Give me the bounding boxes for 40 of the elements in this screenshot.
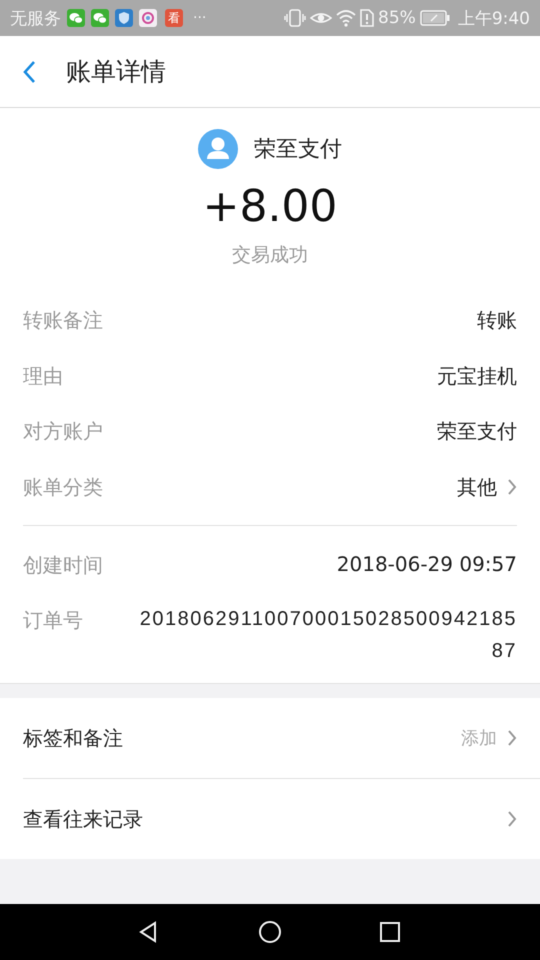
- detail-value: 荣至支付: [437, 418, 517, 446]
- detail-label: 转账备注: [23, 307, 103, 334]
- clock-time: 上午9:40: [458, 8, 530, 30]
- sim-alert-icon: [360, 9, 374, 27]
- recents-nav-icon[interactable]: [378, 920, 402, 944]
- status-text: 交易成功: [231, 243, 309, 268]
- chevron-icon: [507, 729, 517, 747]
- detail-label: 对方账户: [23, 418, 103, 446]
- action-label: 查看往来记录: [23, 806, 143, 832]
- page-title: 账单详情: [66, 56, 166, 88]
- chat-icon: [67, 9, 85, 27]
- carrier-text: 无服务: [10, 8, 61, 30]
- home-nav-icon[interactable]: [258, 920, 282, 944]
- battery-percent: 85%: [378, 8, 416, 28]
- avatar-icon: [198, 129, 238, 169]
- detail-label: 理由: [23, 362, 63, 390]
- record-value: 2018-06-29 09:57: [336, 552, 517, 576]
- detail-label: 账单分类: [23, 474, 103, 501]
- action-label: 标签和备注: [23, 724, 123, 752]
- amount-text: +8.00: [202, 181, 338, 233]
- action-row[interactable]: 查看往来记录: [23, 779, 540, 859]
- wifi-icon: [336, 9, 356, 27]
- chat-icon: [91, 9, 109, 27]
- battery-icon: [420, 10, 450, 26]
- detail-value[interactable]: 其他: [457, 474, 497, 501]
- record-label: 订单号: [23, 607, 83, 634]
- vibrate-icon: [284, 9, 306, 27]
- camera-icon: [139, 9, 157, 27]
- detail-value: 转账: [477, 307, 517, 334]
- action-hint: 添加: [461, 727, 497, 750]
- detail-value: 元宝挂机: [437, 362, 517, 390]
- app-icon: 看: [165, 9, 183, 27]
- more-text: ···: [193, 10, 206, 26]
- action-row[interactable]: 标签和备注 添加: [23, 698, 540, 779]
- chevron-icon: [507, 478, 517, 496]
- shield-icon: [115, 9, 133, 27]
- record-label: 创建时间: [23, 552, 103, 579]
- order-number: 20180629110070001502850094218587: [138, 607, 517, 664]
- chevron-icon: [507, 810, 517, 828]
- payer-name: 荣至支付: [254, 136, 342, 164]
